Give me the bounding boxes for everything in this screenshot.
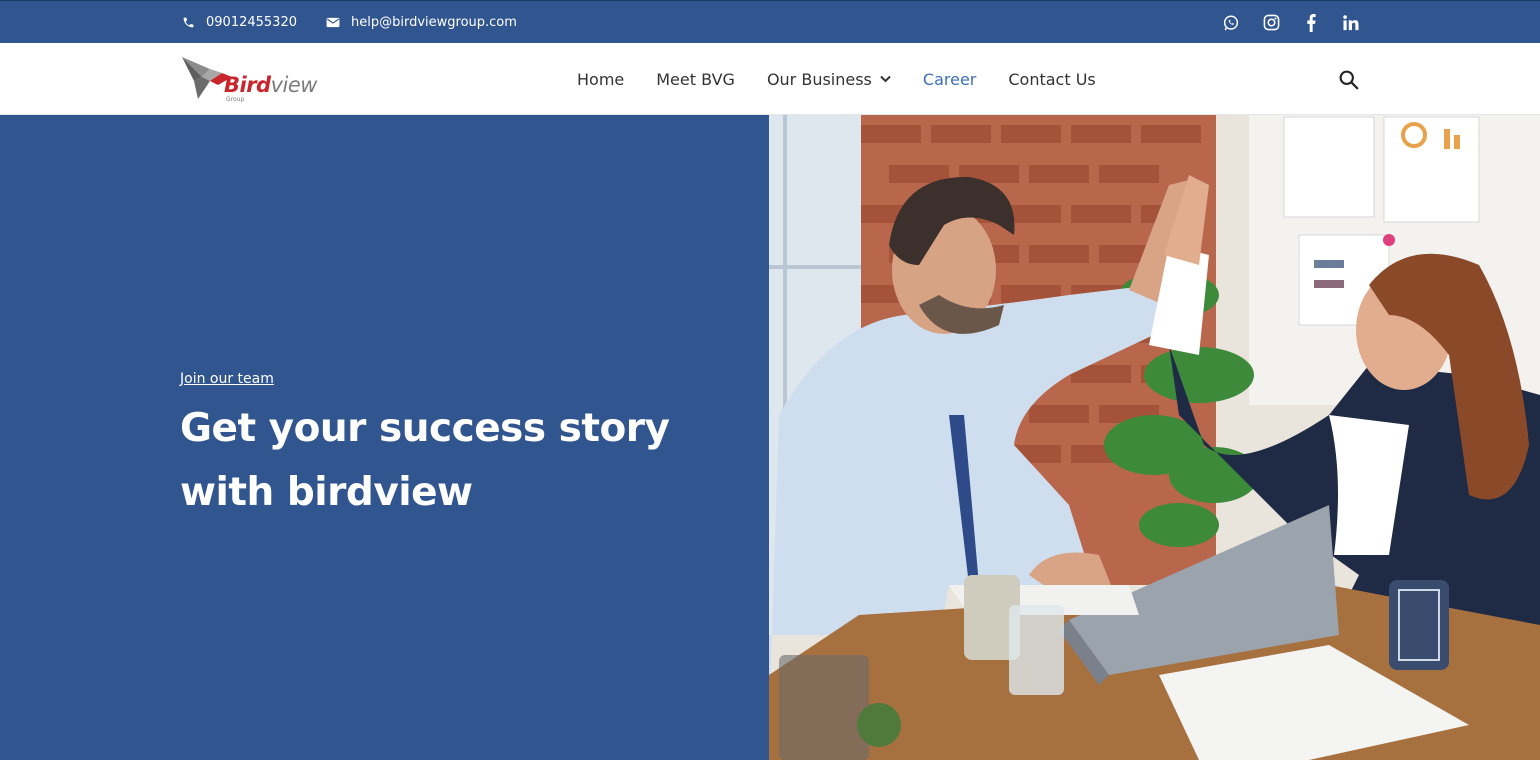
linkedin-icon[interactable] xyxy=(1342,14,1360,32)
nav-contact-us[interactable]: Contact Us xyxy=(1008,70,1095,89)
main-header: Birdview Group Home Meet BVG Our Busines… xyxy=(0,43,1540,115)
nav-meet-bvg[interactable]: Meet BVG xyxy=(656,70,735,89)
phone-number: 09012455320 xyxy=(206,15,297,30)
nav-home[interactable]: Home xyxy=(577,70,624,89)
top-bar: 09012455320 help@birdviewgroup.com xyxy=(0,0,1540,43)
birdview-logo[interactable]: Birdview Group xyxy=(180,55,325,105)
join-team-link[interactable]: Join our team xyxy=(180,371,274,387)
search-icon[interactable] xyxy=(1336,67,1360,91)
nav-our-business[interactable]: Our Business xyxy=(767,70,891,89)
main-nav: Home Meet BVG Our Business Career Contac… xyxy=(577,43,1096,115)
social-links xyxy=(1222,1,1360,44)
hero-headline: Get your success story with birdview xyxy=(180,406,670,515)
hero-image xyxy=(769,115,1540,760)
logo-subtext: Group xyxy=(226,96,245,103)
nav-career[interactable]: Career xyxy=(923,70,976,89)
hero-text-panel: Join our team Get your success story wit… xyxy=(0,115,769,760)
mail-icon xyxy=(325,15,341,31)
phone-icon xyxy=(180,15,196,31)
facebook-icon[interactable] xyxy=(1302,13,1320,32)
whatsapp-icon[interactable] xyxy=(1222,14,1240,32)
logo-word-primary: Bird xyxy=(224,73,271,97)
email-address: help@birdviewgroup.com xyxy=(351,15,517,30)
hero-section: Join our team Get your success story wit… xyxy=(0,115,1540,760)
nav-our-business-label: Our Business xyxy=(766,69,872,89)
chevron-down-icon xyxy=(880,75,891,83)
email-contact[interactable]: help@birdviewgroup.com xyxy=(325,1,517,44)
phone-contact[interactable]: 09012455320 xyxy=(180,1,297,44)
instagram-icon[interactable] xyxy=(1262,14,1280,32)
logo-word-secondary: view xyxy=(270,73,318,97)
